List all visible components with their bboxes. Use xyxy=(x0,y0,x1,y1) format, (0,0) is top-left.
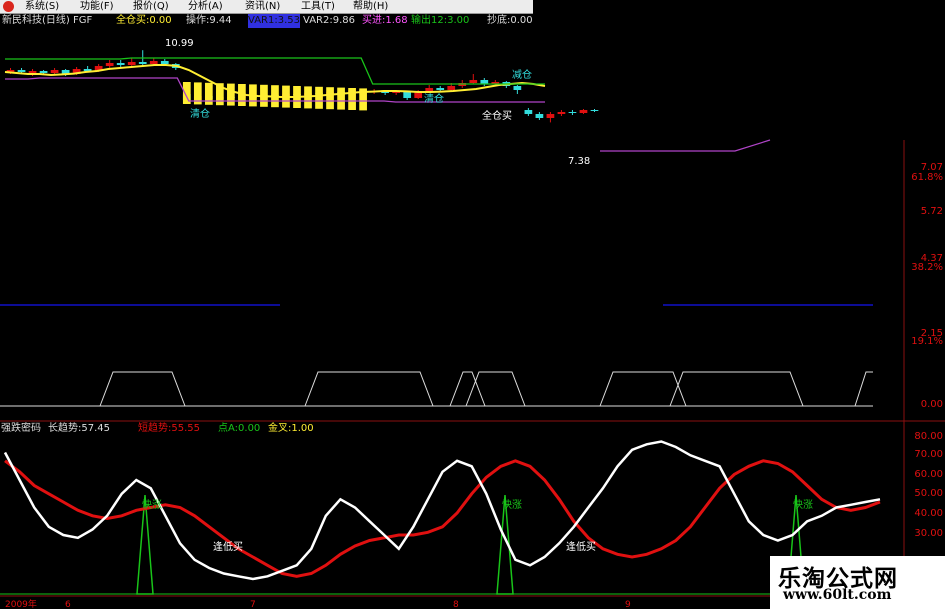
candle-body xyxy=(557,112,566,114)
candle-body xyxy=(138,62,147,64)
low-price-label: 7.38 xyxy=(568,156,590,167)
candle-body xyxy=(590,110,599,111)
price-axis-tick: 19.1% xyxy=(911,336,943,347)
candle-body xyxy=(50,70,59,73)
price-axis-tick: 0.00 xyxy=(921,399,943,410)
fast-rise-label: 快涨 xyxy=(793,499,813,511)
indicator-axis-tick: 30.00 xyxy=(914,528,943,539)
candle-body xyxy=(546,114,555,118)
candle-body xyxy=(105,63,114,66)
indicator-axis-tick: 80.00 xyxy=(914,431,943,442)
fast-rise-label: 快涨 xyxy=(142,499,162,511)
indicator-axis-tick: 50.00 xyxy=(914,488,943,499)
volume-block xyxy=(326,87,334,110)
indicator-axis-tick: 70.00 xyxy=(914,449,943,460)
date-axis-label: 2009年 xyxy=(5,598,37,609)
price-axis-tick: 38.2% xyxy=(911,262,943,273)
volume-block xyxy=(348,88,356,110)
candle-body xyxy=(392,92,401,93)
candle-body xyxy=(535,114,544,118)
chart-canvas: 7.0761.8%5.724.3738.2%2.1519.1%0.0080.00… xyxy=(0,38,945,609)
signal-pulse xyxy=(465,371,526,407)
price-axis-tick: 61.8% xyxy=(911,172,943,183)
candle-body xyxy=(39,71,48,73)
candle-body xyxy=(579,110,588,113)
volume-block xyxy=(227,83,235,106)
date-axis-label: 7 xyxy=(250,600,256,609)
fast-rise-label: 快涨 xyxy=(502,499,522,511)
watermark-url: www.60lt.com xyxy=(783,587,892,603)
volume-block xyxy=(337,87,345,110)
signal-pulse xyxy=(669,371,804,407)
reduce-position-label: 减仓 xyxy=(512,68,532,81)
candle-body xyxy=(447,86,456,90)
purple-band-tail xyxy=(600,139,771,152)
signal-pulse xyxy=(599,371,687,407)
date-axis-label: 9 xyxy=(625,600,631,609)
signal-pulse xyxy=(854,371,873,407)
candle-body xyxy=(403,92,412,98)
full-buy-label: 全仓买 xyxy=(482,109,512,122)
clear-position-label: 清仓 xyxy=(190,107,210,120)
candle-body xyxy=(127,62,136,65)
indicator-axis-tick: 40.00 xyxy=(914,508,943,519)
candle-body xyxy=(149,61,158,64)
lower-indicator-pane xyxy=(3,440,881,581)
high-price-label: 10.99 xyxy=(165,38,194,49)
candle-body xyxy=(436,88,445,90)
candle-body xyxy=(17,70,26,72)
candle-body xyxy=(513,86,522,90)
date-axis-label: 6 xyxy=(65,600,71,609)
candle-body xyxy=(469,80,478,83)
date-axis-label: 8 xyxy=(453,600,459,609)
signal-trapezoids xyxy=(99,371,873,407)
signal-pulse xyxy=(99,371,186,407)
buy-low-label: 逢低买 xyxy=(213,540,243,553)
candle-body xyxy=(160,61,169,64)
signal-pulse xyxy=(304,371,434,407)
buy-low-label: 逢低买 xyxy=(566,540,596,553)
price-axis-tick: 5.72 xyxy=(921,206,943,217)
watermark-panel: 乐淘公式网 www.60lt.com xyxy=(770,556,945,609)
candle-body xyxy=(116,63,125,65)
candle-body xyxy=(568,112,577,113)
candle-body xyxy=(524,110,533,114)
clear-position-label: 清仓 xyxy=(424,92,444,105)
volume-block xyxy=(315,86,323,109)
indicator-axis-tick: 60.00 xyxy=(914,469,943,480)
